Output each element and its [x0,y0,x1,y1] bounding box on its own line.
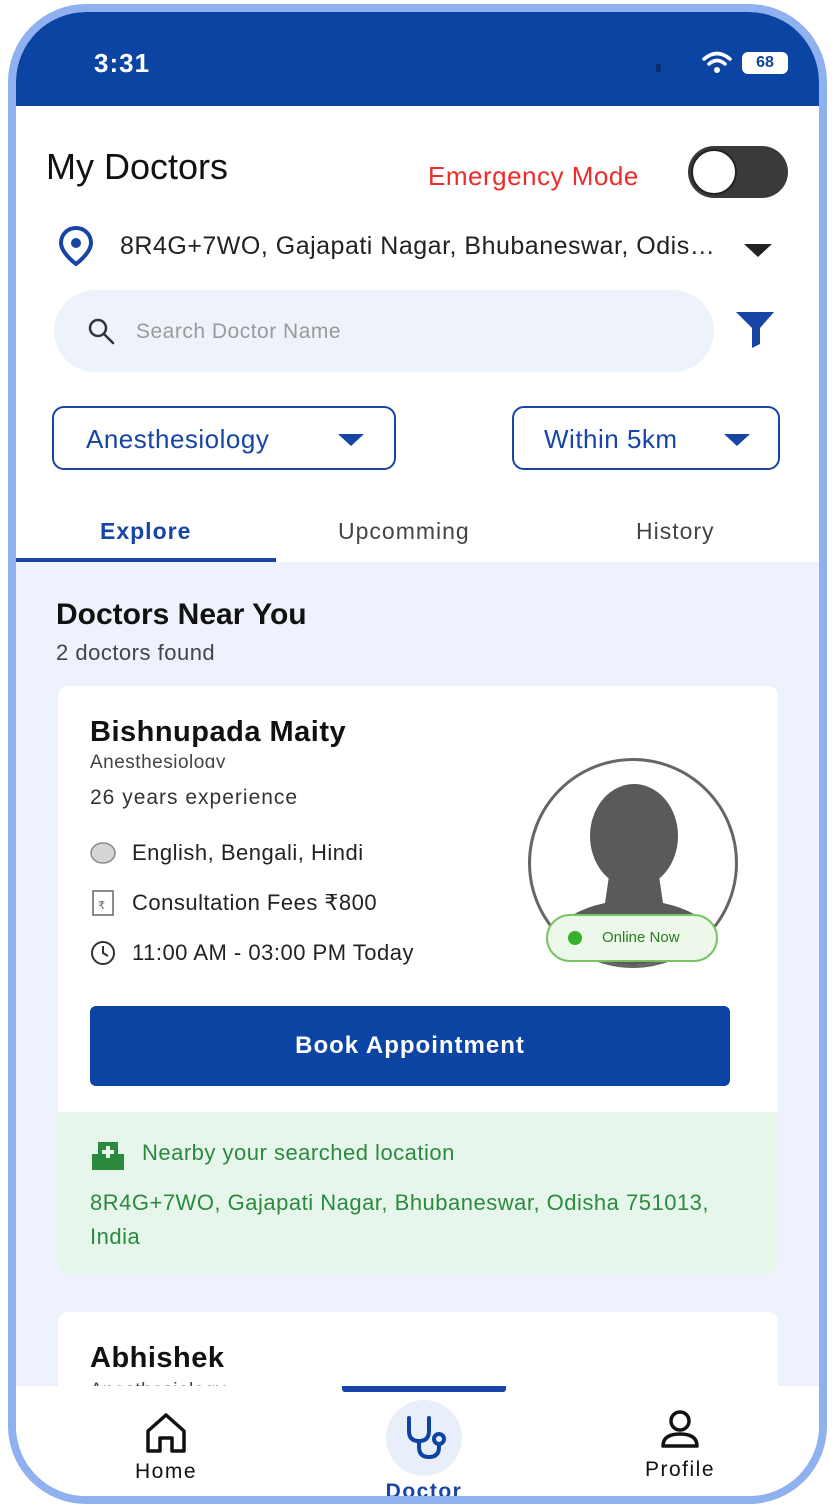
doctor-name: Abhishek [90,1342,225,1374]
status-bar: 3:31 68 [16,12,819,106]
signal-icon [656,64,661,72]
nav-profile-label: Profile [644,1458,716,1481]
nav-home-label: Home [134,1460,198,1483]
specialty-dropdown[interactable]: Anesthesiology [52,406,396,470]
emergency-mode-toggle[interactable] [688,146,788,198]
doctor-fee: Consultation Fees ₹800 [132,890,378,915]
battery-icon: 68 [742,52,788,74]
doctor-card: Bishnupada Maity Anesthesiology 26 years… [58,686,778,1274]
tab-explore[interactable]: Explore [100,518,191,545]
language-icon [90,842,116,864]
doctor-count: 2 doctors found [56,640,216,665]
nearby-label: Nearby your searched location [142,1140,455,1165]
doctor-experience: 26 years experience [90,786,299,809]
nav-profile[interactable]: Profile [590,1408,770,1482]
nav-doctor-label: Doctor [385,1480,463,1503]
doctor-languages: English, Bengali, Hindi [132,840,364,865]
tab-history[interactable]: History [636,518,715,545]
status-time: 3:31 [94,48,151,78]
doctor-name: Bishnupada Maity [90,716,347,748]
doctor-address: 8R4G+7WO, Gajapati Nagar, Bhubaneswar, O… [90,1190,710,1249]
nav-doctor[interactable]: Doctor [334,1400,514,1503]
receipt-icon: ₹ [92,890,114,916]
svg-text:₹: ₹ [98,899,106,912]
location-pin-icon [58,226,94,266]
nav-home[interactable]: Home [76,1410,256,1484]
active-nav-indicator [342,1386,506,1392]
section-title: Doctors Near You [56,598,307,631]
specialty-dropdown-label: Anesthesiology [86,424,270,454]
active-nav-highlight [386,1400,462,1476]
search-input[interactable] [134,312,678,352]
distance-dropdown[interactable]: Within 5km [512,406,780,470]
page-title: My Doctors [46,146,229,187]
nearby-location-panel: Nearby your searched location 8R4G+7WO, … [58,1112,778,1274]
bottom-navigation: Home Doctor Profile [16,1386,819,1503]
tab-upcomming[interactable]: Upcomming [338,518,470,545]
profile-icon [661,1410,699,1448]
distance-dropdown-label: Within 5km [544,424,678,454]
chevron-down-icon [724,434,750,446]
app-header: My Doctors Emergency Mode 8R4G+7WO, Gaja… [16,106,819,562]
stethoscope-icon [407,1416,446,1460]
search-bar [54,290,714,372]
book-appointment-button[interactable]: Book Appointment [90,1006,730,1086]
search-icon [88,318,115,345]
doctor-timing: 11:00 AM - 03:00 PM Today [132,940,414,965]
location-selector[interactable]: 8R4G+7WO, Gajapati Nagar, Bhubaneswar, O… [120,232,720,261]
hospital-icon [92,1142,124,1170]
doctor-specialty: Anesthesiology [90,752,226,768]
active-tab-indicator [16,558,276,562]
filter-icon[interactable] [732,306,778,352]
toggle-knob [691,149,737,195]
clock-icon [91,941,115,965]
home-icon [146,1413,186,1453]
emergency-mode-label: Emergency Mode [428,161,639,191]
online-dot [568,931,582,945]
chevron-down-icon [338,434,364,446]
online-status-badge: Online Now [546,914,718,962]
wifi-icon [702,51,732,73]
online-status-label: Online Now [602,929,680,946]
phone-frame: 3:31 68 My Doctors Emergency Mode 8R4G+7… [8,4,827,1504]
chevron-down-icon[interactable] [744,244,772,257]
